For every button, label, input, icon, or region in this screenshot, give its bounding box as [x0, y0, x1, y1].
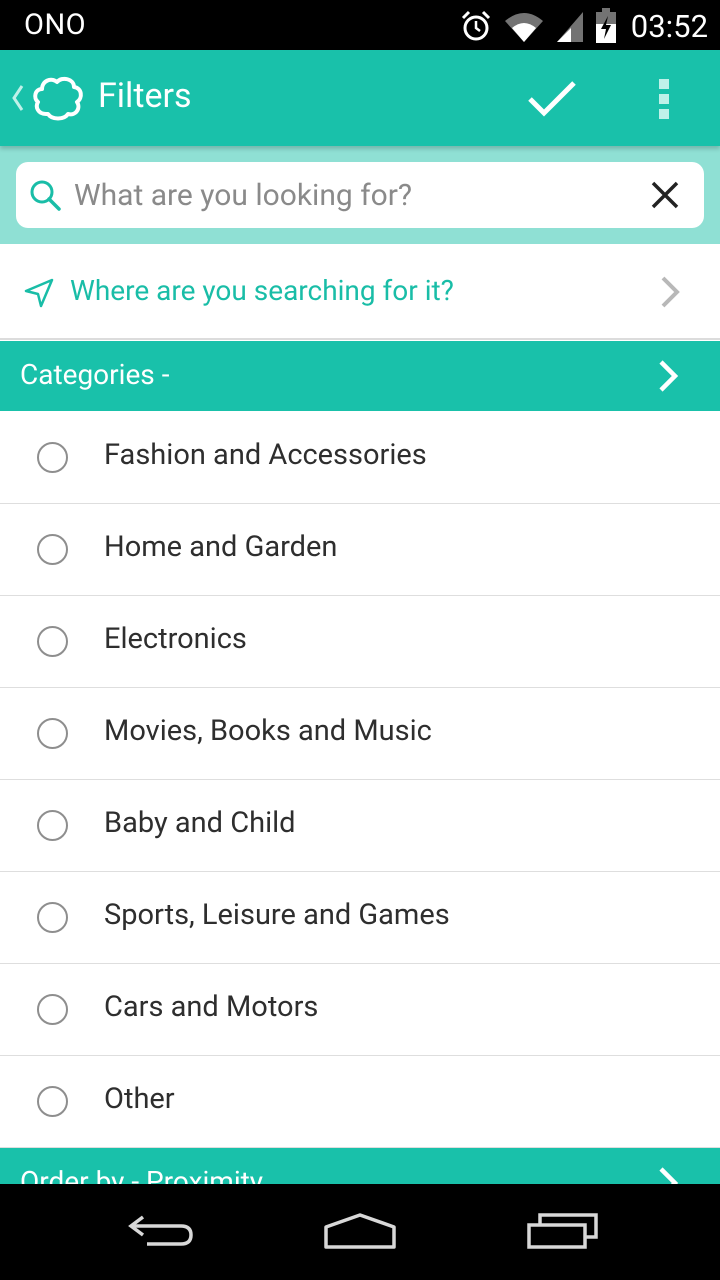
category-item[interactable]: Sports, Leisure and Games: [0, 872, 720, 964]
recent-apps-icon: [527, 1213, 598, 1249]
category-item[interactable]: Fashion and Accessories: [0, 412, 720, 504]
category-label: Movies, Books and Music: [104, 714, 432, 748]
back-icon: [128, 1215, 193, 1246]
clear-search-button[interactable]: [644, 174, 686, 216]
navigation-bar: [0, 1184, 720, 1280]
category-label: Sports, Leisure and Games: [104, 898, 450, 932]
order-by-label: Order by - Proximity: [20, 1165, 264, 1184]
app-logo-icon[interactable]: [32, 74, 84, 122]
signal-icon: [556, 12, 583, 42]
categories-header-label: Categories -: [20, 358, 170, 391]
radio-button[interactable]: [37, 534, 68, 565]
location-arrow-icon: [24, 278, 54, 308]
battery-icon: [595, 8, 616, 43]
category-item[interactable]: Baby and Child: [0, 780, 720, 872]
order-by-header[interactable]: Order by - Proximity: [0, 1148, 720, 1184]
clock: 03:52: [630, 7, 708, 45]
search-input[interactable]: [74, 172, 634, 218]
location-selector[interactable]: Where are you searching for it?: [0, 246, 720, 340]
app-bar: Filters: [0, 50, 720, 146]
chevron-right-icon: [661, 276, 680, 308]
search-icon: [30, 180, 61, 211]
location-label: Where are you searching for it?: [70, 274, 454, 307]
wifi-icon: [504, 13, 543, 42]
category-label: Home and Garden: [104, 530, 338, 564]
radio-button[interactable]: [37, 442, 68, 473]
category-list: Fashion and Accessories Home and Garden …: [0, 412, 720, 1148]
close-icon: [651, 181, 679, 209]
radio-button[interactable]: [37, 994, 68, 1025]
carrier-label: ONO: [24, 8, 87, 42]
category-item[interactable]: Other: [0, 1056, 720, 1148]
category-item[interactable]: Movies, Books and Music: [0, 688, 720, 780]
category-item[interactable]: Home and Garden: [0, 504, 720, 596]
chevron-right-icon: [659, 360, 679, 392]
category-item[interactable]: Electronics: [0, 596, 720, 688]
radio-button[interactable]: [37, 1086, 68, 1117]
chevron-right-icon: [659, 1167, 679, 1184]
checkmark-icon: [528, 81, 576, 117]
alarm-icon: [461, 10, 490, 41]
back-chevron-icon[interactable]: [8, 80, 26, 116]
status-bar: ONO 03:52: [0, 0, 720, 50]
page-title: Filters: [98, 76, 192, 116]
category-label: Electronics: [104, 622, 247, 656]
categories-header[interactable]: Categories -: [0, 341, 720, 411]
category-label: Cars and Motors: [104, 990, 319, 1024]
category-label: Fashion and Accessories: [104, 438, 427, 472]
recent-apps-button[interactable]: [518, 1206, 608, 1256]
radio-button[interactable]: [37, 718, 68, 749]
radio-button[interactable]: [37, 810, 68, 841]
radio-button[interactable]: [37, 626, 68, 657]
home-icon: [324, 1213, 396, 1249]
overflow-menu-button[interactable]: [640, 72, 688, 126]
search-box[interactable]: [16, 162, 704, 228]
overflow-menu-icon: [659, 79, 669, 119]
back-button[interactable]: [116, 1206, 206, 1256]
category-item[interactable]: Cars and Motors: [0, 964, 720, 1056]
category-label: Baby and Child: [104, 806, 296, 840]
search-bar-container: [0, 146, 720, 244]
order-by-header-clip: Order by - Proximity: [0, 1148, 720, 1184]
category-label: Other: [104, 1082, 175, 1116]
confirm-button[interactable]: [520, 72, 584, 126]
home-button[interactable]: [315, 1206, 405, 1256]
radio-button[interactable]: [37, 902, 68, 933]
status-icons: 03:52: [459, 6, 708, 46]
